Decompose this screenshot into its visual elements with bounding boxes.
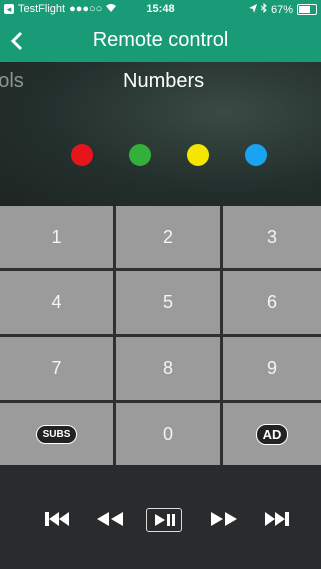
battery-icon: [297, 4, 317, 15]
bluetooth-icon: [260, 2, 267, 16]
play-pause-icon: [151, 513, 177, 527]
rewind-button[interactable]: [94, 508, 126, 530]
key-label: 2: [162, 226, 173, 247]
key-label: 6: [266, 292, 277, 312]
key-3[interactable]: 3: [223, 206, 321, 268]
green-button[interactable]: [129, 144, 151, 166]
play-pause-button[interactable]: [146, 508, 182, 532]
skip-back-button[interactable]: [42, 508, 74, 530]
transport-controls: [0, 465, 321, 569]
key-2[interactable]: 2: [116, 206, 220, 268]
key-label: 9: [266, 358, 277, 378]
remote-panel: trols Numbers: [0, 62, 321, 206]
tab-numbers[interactable]: Numbers: [123, 70, 204, 93]
key-label: 7: [51, 358, 62, 378]
audio-description-icon: AD: [255, 423, 289, 445]
key-6[interactable]: 6: [223, 271, 321, 334]
key-5[interactable]: 5: [116, 271, 220, 334]
key-0[interactable]: 0: [116, 403, 220, 465]
subtitles-button[interactable]: SUBS: [0, 403, 113, 465]
number-keypad: 1 2 3 4 5 6 7 8 9 SUBS 0 AD: [0, 206, 321, 465]
key-label: 0: [162, 423, 173, 444]
key-7[interactable]: 7: [0, 337, 113, 400]
location-icon: [248, 3, 257, 16]
skip-forward-button[interactable]: [260, 508, 292, 530]
audio-description-button[interactable]: AD: [223, 403, 321, 465]
tab-controls[interactable]: trols: [0, 70, 24, 93]
page-title: Remote control: [92, 29, 229, 51]
red-button[interactable]: [71, 144, 93, 166]
battery-percent: 67%: [270, 3, 293, 16]
key-label: 8: [162, 358, 173, 378]
key-label: 3: [266, 226, 277, 247]
blue-button[interactable]: [245, 144, 267, 166]
skip-back-icon: [43, 511, 73, 527]
key-label: 4: [51, 292, 62, 312]
subtitles-icon: SUBS: [35, 424, 78, 444]
key-label: 1: [51, 226, 62, 247]
rewind-icon: [95, 511, 125, 527]
fast-forward-button[interactable]: [208, 508, 240, 530]
key-8[interactable]: 8: [116, 337, 220, 400]
skip-forward-icon: [261, 511, 291, 527]
key-9[interactable]: 9: [223, 337, 321, 400]
status-right: 67%: [248, 2, 317, 16]
key-4[interactable]: 4: [0, 271, 113, 334]
key-label: 5: [162, 292, 173, 312]
key-1[interactable]: 1: [0, 206, 113, 268]
nav-bar: Remote control: [0, 20, 321, 62]
fast-forward-icon: [209, 511, 239, 527]
status-bar: ◂ TestFlight ●●●○○ 15:48 67%: [0, 0, 321, 20]
yellow-button[interactable]: [187, 144, 209, 166]
